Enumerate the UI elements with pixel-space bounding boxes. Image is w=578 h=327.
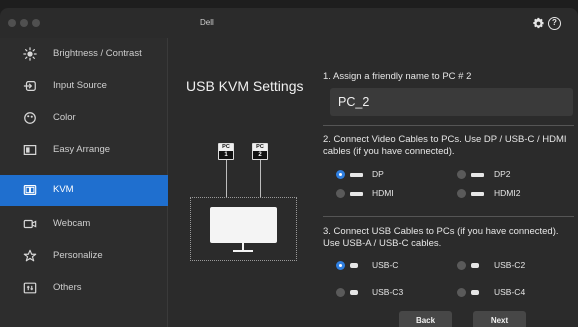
app-window: Dell ? Brightness / Contrast Input Sourc… bbox=[0, 8, 578, 327]
color-icon bbox=[24, 112, 36, 124]
radio-hdmi2[interactable] bbox=[457, 189, 466, 198]
video-option-dp[interactable]: DP bbox=[336, 169, 436, 181]
radio-dp2[interactable] bbox=[457, 170, 466, 179]
sidebar-item-label: Easy Arrange bbox=[53, 144, 111, 155]
sidebar-item-brightness-contrast[interactable]: Brightness / Contrast bbox=[0, 39, 168, 70]
title-bar: Dell ? bbox=[0, 8, 578, 38]
back-button[interactable]: Back bbox=[399, 311, 452, 327]
step2-label: 2. Connect Video Cables to PCs. Use DP /… bbox=[323, 134, 567, 157]
sidebar-item-others[interactable]: Others bbox=[0, 273, 168, 304]
easy-arrange-icon bbox=[23, 145, 37, 155]
sidebar-item-label: Brightness / Contrast bbox=[53, 48, 142, 59]
webcam-icon bbox=[23, 219, 37, 229]
sidebar-item-label: Others bbox=[53, 282, 82, 293]
sidebar-item-easy-arrange[interactable]: Easy Arrange bbox=[0, 135, 168, 166]
radio-usb-c3[interactable] bbox=[336, 288, 345, 297]
page-title: USB KVM Settings bbox=[186, 78, 304, 94]
sidebar-item-input-source[interactable]: Input Source bbox=[0, 71, 168, 102]
hdmi-port-icon bbox=[471, 192, 484, 196]
usb-c-port-icon bbox=[350, 263, 358, 268]
pc2-tag-number: 2 bbox=[258, 152, 262, 158]
monitor-icon bbox=[210, 207, 277, 243]
app-title: Dell bbox=[200, 18, 214, 27]
others-icon bbox=[23, 282, 37, 294]
radio-usb-c4[interactable] bbox=[457, 288, 466, 297]
radio-usb-c2[interactable] bbox=[457, 261, 466, 270]
usb-c-port-icon bbox=[471, 263, 479, 268]
usb-option-label: USB-C4 bbox=[494, 287, 526, 297]
step3-label: 3. Connect USB Cables to PCs (if you hav… bbox=[323, 226, 559, 249]
divider bbox=[323, 216, 574, 217]
monitor-stand-base bbox=[233, 250, 253, 252]
video-option-label: HDMI2 bbox=[494, 188, 521, 198]
step1-label: 1. Assign a friendly name to PC # 2 bbox=[323, 71, 472, 82]
pc2-tag: PC 2 bbox=[252, 143, 268, 160]
pc2-tag-label: PC bbox=[253, 144, 267, 151]
pc1-tag-number: 1 bbox=[224, 152, 228, 158]
radio-hdmi[interactable] bbox=[336, 189, 345, 198]
radio-usb-c[interactable] bbox=[336, 261, 345, 270]
pc-name-input[interactable] bbox=[330, 88, 573, 116]
sidebar-item-color[interactable]: Color bbox=[0, 103, 168, 134]
sidebar-item-kvm[interactable]: KVM bbox=[0, 175, 168, 206]
video-option-dp2[interactable]: DP2 bbox=[457, 169, 557, 181]
brightness-icon bbox=[23, 47, 37, 61]
usb-c-port-icon bbox=[471, 290, 479, 295]
video-option-label: HDMI bbox=[372, 188, 394, 198]
usb-c-port-icon bbox=[350, 290, 358, 295]
sidebar: Brightness / Contrast Input Source Color… bbox=[0, 38, 168, 327]
sidebar-item-personalize[interactable]: Personalize bbox=[0, 241, 168, 272]
zoom-window-button[interactable] bbox=[32, 19, 40, 27]
next-button[interactable]: Next bbox=[473, 311, 526, 327]
video-option-hdmi2[interactable]: HDMI2 bbox=[457, 188, 557, 200]
radio-dp[interactable] bbox=[336, 170, 345, 179]
gear-icon[interactable] bbox=[532, 17, 545, 30]
monitor-stand-neck bbox=[242, 243, 244, 250]
sidebar-item-webcam[interactable]: Webcam bbox=[0, 209, 168, 240]
hdmi-port-icon bbox=[350, 192, 363, 196]
divider bbox=[323, 125, 574, 126]
video-option-label: DP bbox=[372, 169, 384, 179]
dp-port-icon bbox=[471, 173, 484, 177]
usb-option-usb-c2[interactable]: USB-C2 bbox=[457, 260, 557, 272]
usb-option-usb-c4[interactable]: USB-C4 bbox=[457, 287, 557, 299]
cable-pc2 bbox=[260, 160, 261, 197]
sidebar-item-label: Personalize bbox=[53, 250, 103, 261]
cable-pc1 bbox=[226, 160, 227, 197]
minimize-window-button[interactable] bbox=[20, 19, 28, 27]
usb-option-usb-c3[interactable]: USB-C3 bbox=[336, 287, 436, 299]
dp-port-icon bbox=[350, 173, 363, 177]
help-icon[interactable]: ? bbox=[548, 17, 561, 30]
usb-option-usb-c[interactable]: USB-C bbox=[336, 260, 436, 272]
pc1-tag: PC 1 bbox=[218, 143, 234, 160]
sidebar-item-label: Color bbox=[53, 112, 76, 123]
close-window-button[interactable] bbox=[8, 19, 16, 27]
pc1-tag-label: PC bbox=[219, 144, 233, 151]
usb-option-label: USB-C3 bbox=[372, 287, 404, 297]
main-panel: USB KVM Settings PC 1 PC 2 1. Assign a f… bbox=[169, 38, 578, 327]
star-icon bbox=[23, 249, 37, 262]
usb-option-label: USB-C2 bbox=[494, 260, 526, 270]
video-option-hdmi[interactable]: HDMI bbox=[336, 188, 436, 200]
usb-option-label: USB-C bbox=[372, 260, 399, 270]
kvm-icon bbox=[23, 185, 37, 195]
sidebar-item-label: KVM bbox=[53, 184, 74, 195]
sidebar-item-label: Input Source bbox=[53, 80, 107, 91]
video-option-label: DP2 bbox=[494, 169, 511, 179]
sidebar-item-label: Webcam bbox=[53, 218, 91, 229]
input-source-icon bbox=[23, 81, 36, 91]
